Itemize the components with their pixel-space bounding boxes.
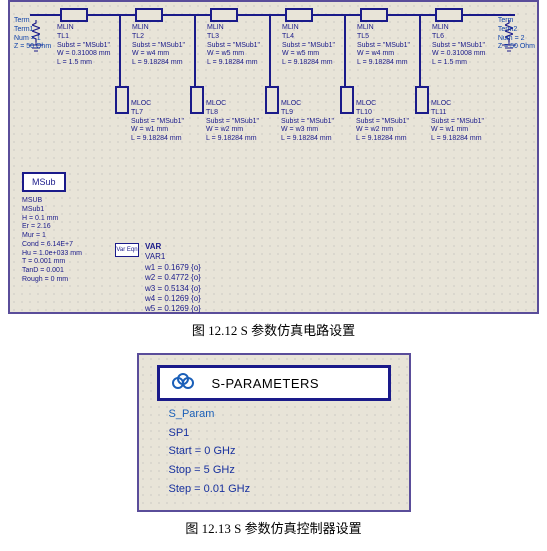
sparam-start: Start = 0 GHz [169, 442, 251, 461]
msub-params: MSUB MSub1 H = 0.1 mm Er = 2.16 Mur = 1 … [22, 197, 82, 285]
term1-z: Z = 50 Ohm [14, 43, 51, 52]
tl-params-TL4: MLINTL4Subst = "MSub1"W = w5 mmL = 9.182… [282, 24, 335, 68]
var-w5: w5 = 0.1269 {o} [145, 304, 201, 314]
stub-wire [194, 16, 196, 86]
msub-mur: Mur = 1 [22, 232, 82, 241]
msub-rough: Rough = 0 mm [22, 276, 82, 285]
msub-t: T = 0.001 mm [22, 258, 82, 267]
msub-title: MSUB [22, 197, 82, 206]
tl-box-TL2 [135, 8, 163, 22]
term2-params: Term Term2 Num = 2 Z = 50 Ohm [498, 17, 535, 52]
sparam-icon [164, 371, 202, 395]
var-icon[interactable]: Var Eqn [115, 243, 139, 257]
tl-params-TL3: MLINTL3Subst = "MSub1"W = w5 mmL = 9.182… [207, 24, 260, 68]
tl-box-TL1 [60, 8, 88, 22]
mloc-box-TL10 [340, 86, 354, 114]
var-w3: w3 = 0.5134 {o} [145, 284, 201, 294]
mloc-box-TL7 [115, 86, 129, 114]
sparam-step: Step = 0.01 GHz [169, 480, 251, 499]
term1-params: Term Term1 Num = 1 Z = 50 Ohm [14, 17, 51, 52]
term2-name: Term [498, 17, 535, 26]
tl-params-TL5: MLINTL5Subst = "MSub1"W = w4 mmL = 9.182… [357, 24, 410, 68]
term2-id: Term2 [498, 26, 535, 35]
var-w1: w1 = 0.1679 {o} [145, 263, 201, 273]
sparam-diagram: S-PARAMETERS S_Param SP1 Start = 0 GHz S… [137, 353, 411, 512]
mloc-box-TL9 [265, 86, 279, 114]
msub-tand: TanD = 0.001 [22, 267, 82, 276]
mloc-params-TL10: MLOCTL10Subst = "MSub1"W = w2 mmL = 9.18… [356, 100, 409, 144]
figure1-caption: 图 12.12 S 参数仿真电路设置 [0, 320, 547, 339]
sparam-stop: Stop = 5 GHz [169, 461, 251, 480]
mloc-params-TL11: MLOCTL11Subst = "MSub1"W = w1 mmL = 9.18… [431, 100, 484, 144]
term2-z: Z = 50 Ohm [498, 43, 535, 52]
tl-params-TL2: MLINTL2Subst = "MSub1"W = w4 mmL = 9.182… [132, 24, 185, 68]
tl-box-TL3 [210, 8, 238, 22]
stub-wire [269, 16, 271, 86]
mloc-box-TL11 [415, 86, 429, 114]
var-params: VAR VAR1 w1 = 0.1679 {o} w2 = 0.4772 {o}… [145, 242, 201, 315]
msub-button[interactable]: MSub [22, 172, 66, 192]
msub-er: Er = 2.16 [22, 223, 82, 232]
mloc-params-TL9: MLOCTL9Subst = "MSub1"W = w3 mmL = 9.182… [281, 100, 334, 144]
msub-h: H = 0.1 mm [22, 215, 82, 224]
term2-num: Num = 2 [498, 35, 535, 44]
stub-wire [344, 16, 346, 86]
var-id: VAR1 [145, 252, 201, 262]
sparam-title: S-PARAMETERS [212, 376, 320, 391]
mloc-params-TL7: MLOCTL7Subst = "MSub1"W = w1 mmL = 9.182… [131, 100, 184, 144]
var-w4: w4 = 0.1269 {o} [145, 294, 201, 304]
figure2-caption: 图 12.13 S 参数仿真控制器设置 [0, 518, 547, 537]
msub-hu: Hu = 1.0e+033 mm [22, 250, 82, 259]
sparam-body: S_Param SP1 Start = 0 GHz Stop = 5 GHz S… [169, 405, 251, 498]
var-title: VAR [145, 242, 201, 252]
circuit-diagram: Term Term1 Num = 1 Z = 50 Ohm Term Term2… [8, 0, 539, 314]
msub-id: MSub1 [22, 206, 82, 215]
sparam-header[interactable]: S-PARAMETERS [157, 365, 391, 401]
tl-box-TL5 [360, 8, 388, 22]
sparam-id: SP1 [169, 424, 251, 443]
sparam-name: S_Param [169, 405, 251, 424]
mloc-box-TL8 [190, 86, 204, 114]
stub-wire [119, 16, 121, 86]
term1-id: Term1 [14, 26, 51, 35]
term1-num: Num = 1 [14, 35, 51, 44]
tl-box-TL4 [285, 8, 313, 22]
mloc-params-TL8: MLOCTL8Subst = "MSub1"W = w2 mmL = 9.182… [206, 100, 259, 144]
var-w2: w2 = 0.4772 {o} [145, 273, 201, 283]
tl-box-TL6 [435, 8, 463, 22]
tl-params-TL1: MLINTL1Subst = "MSub1"W = 0.31008 mmL = … [57, 24, 111, 68]
tl-params-TL6: MLINTL6Subst = "MSub1"W = 0.31008 mmL = … [432, 24, 486, 68]
stub-wire [419, 16, 421, 86]
term1-name: Term [14, 17, 51, 26]
msub-cond: Cond = 6.14E+7 [22, 241, 82, 250]
